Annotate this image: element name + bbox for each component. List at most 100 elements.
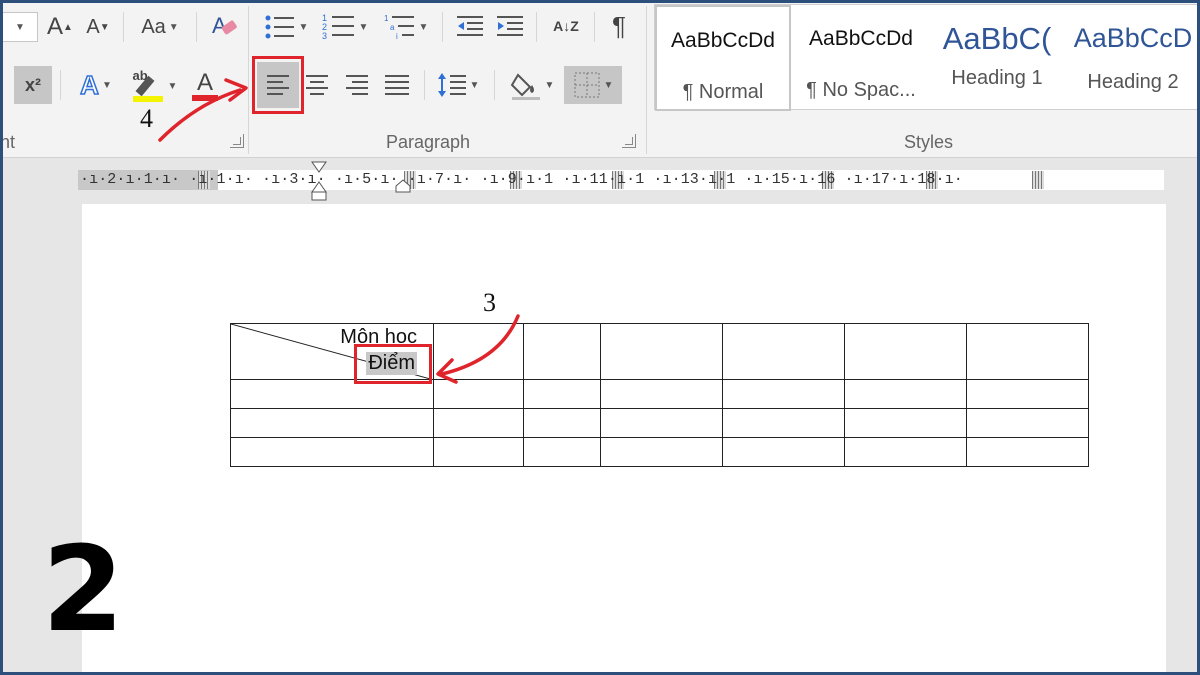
- numbering-button[interactable]: 1 2 3 ▼: [318, 10, 372, 44]
- table-cell[interactable]: [966, 408, 1089, 438]
- styles-gallery: AaBbCcDd ¶ Normal AaBbCcDd ¶ No Spac... …: [654, 4, 1200, 111]
- change-case-icon: Aa: [141, 15, 166, 38]
- table-cell[interactable]: [966, 379, 1089, 409]
- styles-group-label: Styles: [904, 132, 954, 152]
- separator: [536, 12, 537, 42]
- borders-icon: [574, 72, 600, 98]
- table-cell[interactable]: [523, 437, 601, 467]
- font-color-button[interactable]: A: [188, 66, 222, 106]
- separator: [60, 70, 61, 100]
- separator: [196, 12, 197, 42]
- svg-text:i: i: [396, 32, 398, 41]
- align-right-button[interactable]: [338, 66, 376, 104]
- change-case-button[interactable]: Aa ▼: [134, 10, 186, 44]
- table-cell[interactable]: [433, 408, 524, 438]
- separator: [594, 12, 595, 42]
- font-color-bar: [192, 95, 218, 101]
- table-cell[interactable]: [966, 323, 1089, 380]
- style-no-spacing[interactable]: AaBbCcDd ¶ No Spac...: [793, 5, 929, 111]
- style-heading-1[interactable]: AaBbC( Heading 1: [929, 5, 1065, 111]
- grow-font-button[interactable]: A ▲: [46, 10, 74, 44]
- font-color-icon: A: [196, 69, 213, 96]
- shrink-font-button[interactable]: A ▼: [84, 10, 112, 44]
- line-spacing-icon: [437, 73, 466, 97]
- separator: [123, 12, 124, 42]
- borders-button[interactable]: ▼: [564, 66, 622, 104]
- table-cell[interactable]: [722, 408, 845, 438]
- clear-formatting-button[interactable]: A: [208, 8, 242, 44]
- svg-text:3: 3: [322, 31, 327, 41]
- multilevel-list-button[interactable]: 1 a i ▼: [380, 10, 432, 44]
- chevron-down-icon: ▼: [298, 21, 309, 33]
- chevron-down-icon: ▼: [603, 79, 614, 91]
- step-number-4: 4: [140, 104, 153, 133]
- separator: [494, 70, 495, 100]
- justify-button[interactable]: [378, 66, 416, 104]
- table-cell[interactable]: [523, 379, 601, 409]
- decrease-indent-button[interactable]: [452, 10, 488, 44]
- text-effects-icon: A: [79, 69, 99, 101]
- justify-icon: [385, 75, 409, 95]
- style-heading-2[interactable]: AaBbCcD Heading 2: [1065, 5, 1200, 111]
- separator: [424, 70, 425, 100]
- style-sample: AaBbCcDd: [671, 29, 775, 52]
- font-group-label: nt: [0, 132, 16, 152]
- style-sample: AaBbCcDd: [809, 27, 913, 50]
- table-cell[interactable]: [722, 437, 845, 467]
- style-name: ¶ No Spac...: [806, 79, 916, 101]
- font-size-dropdown[interactable]: ▼: [0, 12, 38, 42]
- table-cell[interactable]: [523, 408, 601, 438]
- style-sample: AaBbCcD: [1073, 23, 1193, 53]
- highlighter-icon: ab: [131, 68, 165, 104]
- font-dialog-launcher-icon[interactable]: [230, 134, 244, 148]
- chevron-down-icon: ▼: [358, 21, 369, 33]
- paint-bucket-icon: [510, 73, 540, 100]
- table-cell[interactable]: [600, 323, 723, 380]
- table-cell[interactable]: [844, 323, 967, 380]
- group-separator: [248, 6, 249, 154]
- table-row: [230, 437, 1089, 467]
- chevron-down-icon: ▼: [469, 79, 480, 91]
- table-cell[interactable]: [230, 437, 434, 467]
- svg-text:1: 1: [384, 14, 389, 23]
- table-cell[interactable]: [433, 437, 524, 467]
- indent-markers: [311, 161, 411, 201]
- highlight-box-diem-text: [354, 344, 432, 384]
- paragraph-dialog-launcher-icon[interactable]: [622, 134, 636, 148]
- numbering-icon: 1 2 3: [322, 13, 354, 41]
- chevron-down-icon: ▼: [167, 80, 178, 92]
- show-formatting-marks-button[interactable]: ¶: [604, 8, 634, 44]
- text-effects-button[interactable]: A ▼: [72, 66, 120, 104]
- bullets-button[interactable]: ▼: [262, 10, 310, 44]
- table-cell[interactable]: [966, 437, 1089, 467]
- svg-text:a: a: [390, 23, 395, 32]
- table-cell[interactable]: [844, 437, 967, 467]
- superscript-button[interactable]: x²: [14, 66, 52, 104]
- table-cell[interactable]: [600, 437, 723, 467]
- table-cell[interactable]: [433, 323, 524, 380]
- highlight-box-align-left: [252, 56, 304, 114]
- shading-button[interactable]: ▼: [504, 66, 560, 104]
- line-spacing-button[interactable]: ▼: [432, 66, 484, 104]
- pilcrow-icon: ¶: [612, 10, 626, 41]
- increase-indent-button[interactable]: [492, 10, 528, 44]
- sort-button[interactable]: A↓Z: [546, 8, 586, 44]
- style-normal[interactable]: AaBbCcDd ¶ Normal: [655, 5, 791, 111]
- table-cell[interactable]: [722, 323, 845, 380]
- shrink-font-icon: A: [86, 15, 100, 38]
- sort-icon: A↓Z: [553, 18, 579, 34]
- grow-font-icon: A: [47, 13, 64, 40]
- step-big-number: 2: [42, 520, 125, 658]
- decrease-indent-icon: [457, 16, 483, 36]
- table-cell[interactable]: [523, 323, 601, 380]
- table-row: [230, 408, 1089, 438]
- table-cell[interactable]: [600, 379, 723, 409]
- align-center-icon: [306, 75, 328, 95]
- table-cell[interactable]: [722, 379, 845, 409]
- table-cell[interactable]: [230, 408, 434, 438]
- table-cell[interactable]: [844, 408, 967, 438]
- table-cell[interactable]: [600, 408, 723, 438]
- table-cell[interactable]: [844, 379, 967, 409]
- table-cell[interactable]: [433, 379, 524, 409]
- highlight-color-button[interactable]: ab ▼: [126, 66, 182, 106]
